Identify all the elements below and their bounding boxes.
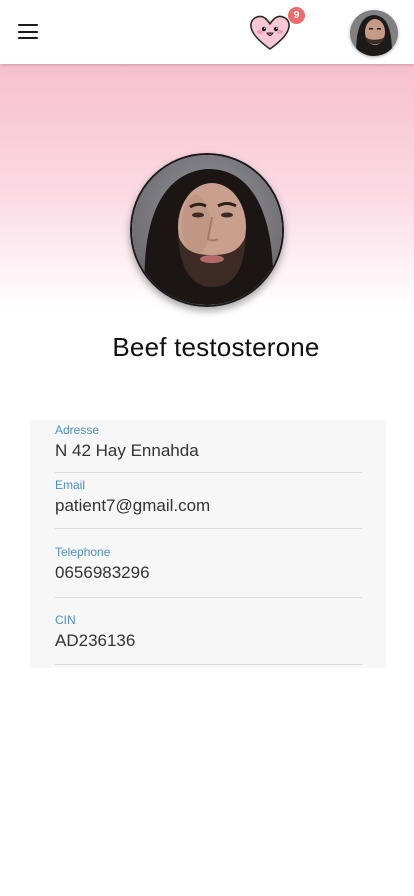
user-avatar[interactable]: [350, 10, 398, 56]
telephone-field[interactable]: Telephone 0656983296: [55, 545, 362, 598]
profile-avatar: [130, 153, 284, 307]
notification-badge: 9: [288, 7, 305, 24]
telephone-value[interactable]: 0656983296: [55, 563, 362, 583]
menu-line: [18, 24, 38, 27]
email-label: Email: [55, 478, 86, 492]
email-field[interactable]: Email patient7@gmail.com: [55, 478, 362, 529]
avatar-photo: [350, 10, 398, 56]
cin-value[interactable]: AD236136: [55, 631, 362, 651]
cin-label: CIN: [55, 613, 76, 627]
menu-line: [18, 37, 38, 40]
telephone-label: Telephone: [55, 545, 111, 559]
profile-photo: [132, 155, 282, 305]
address-field[interactable]: Adresse N 42 Hay Ennahda: [55, 423, 362, 473]
menu-line: [18, 30, 38, 33]
profile-info-card: Adresse N 42 Hay Ennahda Email patient7@…: [30, 420, 386, 668]
top-app-bar: 9: [0, 0, 414, 64]
email-value[interactable]: patient7@gmail.com: [55, 496, 362, 516]
cin-field[interactable]: CIN AD236136: [55, 613, 362, 665]
kawaii-heart-icon: [250, 15, 290, 50]
address-label: Adresse: [55, 423, 100, 437]
hamburger-menu-icon[interactable]: [12, 18, 44, 46]
profile-name: Beef testosterone: [112, 332, 320, 362]
address-value[interactable]: N 42 Hay Ennahda: [55, 441, 362, 461]
notifications-button[interactable]: 9: [248, 7, 305, 54]
